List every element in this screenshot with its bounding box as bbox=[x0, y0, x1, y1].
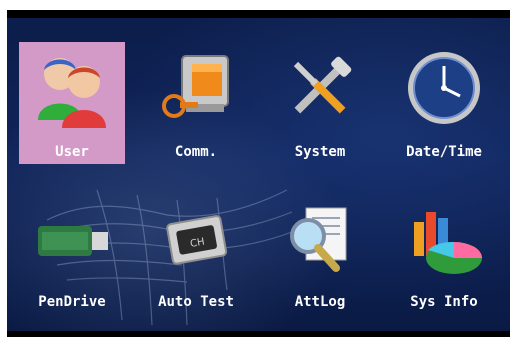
menu-item-attlog[interactable]: AttLog bbox=[265, 194, 375, 322]
menu-item-label: Sys Info bbox=[410, 294, 478, 310]
menu-item-label: User bbox=[55, 144, 89, 160]
menu-item-system[interactable]: System bbox=[265, 40, 375, 168]
device-screen: User Comm. System Date/Time PenDrive CH … bbox=[7, 10, 510, 337]
top-border bbox=[7, 10, 510, 18]
communication-icon bbox=[162, 55, 229, 118]
menu-item-pendrive[interactable]: PenDrive bbox=[17, 194, 127, 322]
chip-icon: CH bbox=[166, 215, 228, 265]
clock-icon bbox=[408, 52, 480, 124]
menu-item-label: Auto Test bbox=[158, 294, 234, 310]
log-search-icon bbox=[290, 207, 347, 272]
usb-drive-icon bbox=[38, 226, 108, 256]
menu-item-label: System bbox=[294, 144, 346, 160]
menu-item-label: AttLog bbox=[294, 294, 346, 310]
menu-item-date-time[interactable]: Date/Time bbox=[389, 40, 499, 168]
menu-item-label: Comm. bbox=[174, 144, 218, 160]
bottom-border bbox=[7, 331, 510, 337]
user-icon bbox=[38, 58, 106, 128]
menu-item-auto-test[interactable]: CH Auto Test bbox=[141, 194, 251, 322]
system-tools-icon bbox=[293, 56, 352, 114]
menu-item-sys-info[interactable]: Sys Info bbox=[389, 194, 499, 322]
menu-item-comm[interactable]: Comm. bbox=[141, 40, 251, 168]
menu-item-label: PenDrive bbox=[38, 294, 106, 310]
menu-item-label: Date/Time bbox=[406, 144, 482, 160]
chart-icon bbox=[414, 212, 482, 274]
menu-item-user[interactable]: User bbox=[17, 40, 127, 168]
